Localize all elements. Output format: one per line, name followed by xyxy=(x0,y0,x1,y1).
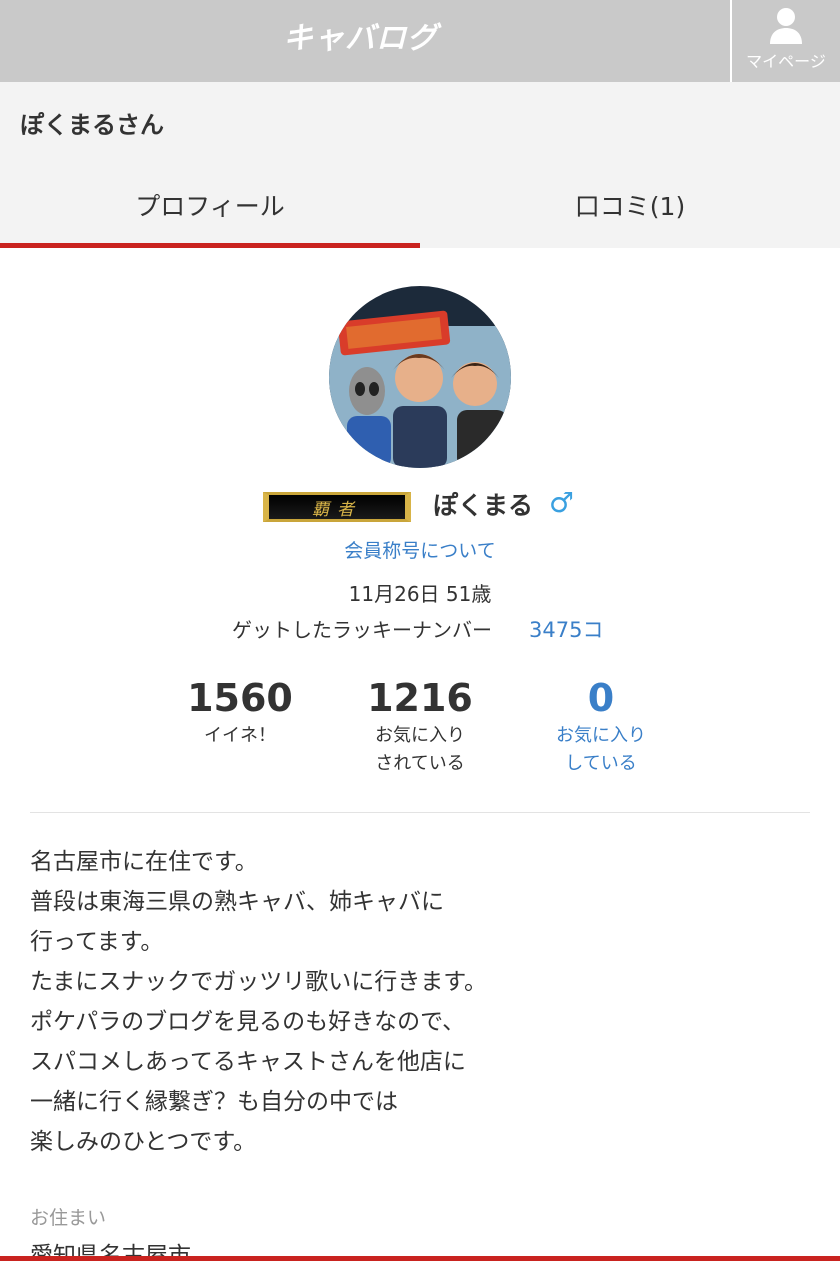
title-bar: ぽくまるさん xyxy=(0,82,840,162)
user-icon xyxy=(770,8,802,44)
site-logo[interactable]: キャバログ xyxy=(283,12,438,58)
stat-favorited-by-value: 1216 xyxy=(367,676,473,720)
avatar xyxy=(329,286,511,468)
username: ぽくまる xyxy=(433,491,534,520)
stat-favoriting-label-2[interactable]: している xyxy=(511,750,691,778)
stat-favorited-by-label-2: されている xyxy=(375,753,465,774)
mypage-button[interactable]: マイページ xyxy=(730,0,840,82)
stat-favoriting[interactable]: 0 お気に入り している xyxy=(511,676,691,778)
bio-line: 行ってます。 xyxy=(30,929,164,955)
residence-label: お住まい xyxy=(30,1207,107,1229)
tab-reviews[interactable]: 口コミ(1) xyxy=(420,162,840,248)
mypage-label: マイページ xyxy=(746,52,826,71)
lucky-number-label: ゲットしたラッキーナンバー xyxy=(232,618,492,642)
stat-favorited-by: 1216 お気に入り されている xyxy=(330,676,510,778)
bio-line: 楽しみのひとつです。 xyxy=(30,1129,257,1155)
divider xyxy=(30,812,810,813)
page-title: ぽくまるさん xyxy=(20,110,164,139)
bio-line: 普段は東海三県の熟キャバ、姉キャバに xyxy=(30,889,444,915)
bio-line: スパコメしあってるキャストさんを他店に xyxy=(30,1049,466,1075)
name-row: 覇者 ぽくまる ♂ xyxy=(0,484,840,528)
stat-favorited-by-label-1: お気に入り xyxy=(375,725,465,746)
stat-likes-label: イイネ！ xyxy=(204,725,276,746)
stat-favoriting-label-1[interactable]: お気に入り xyxy=(511,722,691,750)
bio-text: 名古屋市に在住です。 普段は東海三県の熟キャバ、姉キャバに 行ってます。 たまに… xyxy=(30,842,790,1162)
bio-line: 名古屋市に在住です。 xyxy=(30,849,258,875)
tab-bar: プロフィール 口コミ(1) xyxy=(0,162,840,248)
tab-profile[interactable]: プロフィール xyxy=(0,162,420,248)
stat-favoriting-value[interactable]: 0 xyxy=(511,676,691,720)
birthday-age: 11月26日 51歳 xyxy=(348,582,492,606)
bio-line: ポケパラのブログを見るのも好きなので、 xyxy=(30,1009,466,1035)
male-icon: ♂ xyxy=(549,486,575,519)
rank-info-link[interactable]: 会員称号について xyxy=(0,536,840,563)
rank-title: 覇者 xyxy=(312,499,362,520)
rank-badge: 覇者 xyxy=(263,492,411,522)
lucky-number-value[interactable]: 3475コ xyxy=(529,614,603,644)
bio-line: 一緒に行く縁繋ぎ？も自分の中では xyxy=(30,1089,398,1115)
bio-line: たまにスナックでガッツリ歌いに行きます。 xyxy=(30,969,488,995)
stat-likes-value: 1560 xyxy=(187,676,293,720)
stat-likes: 1560 イイネ！ xyxy=(150,676,330,750)
top-bar: キャバログ マイページ xyxy=(0,0,840,82)
bottom-accent-bar xyxy=(0,1256,840,1261)
